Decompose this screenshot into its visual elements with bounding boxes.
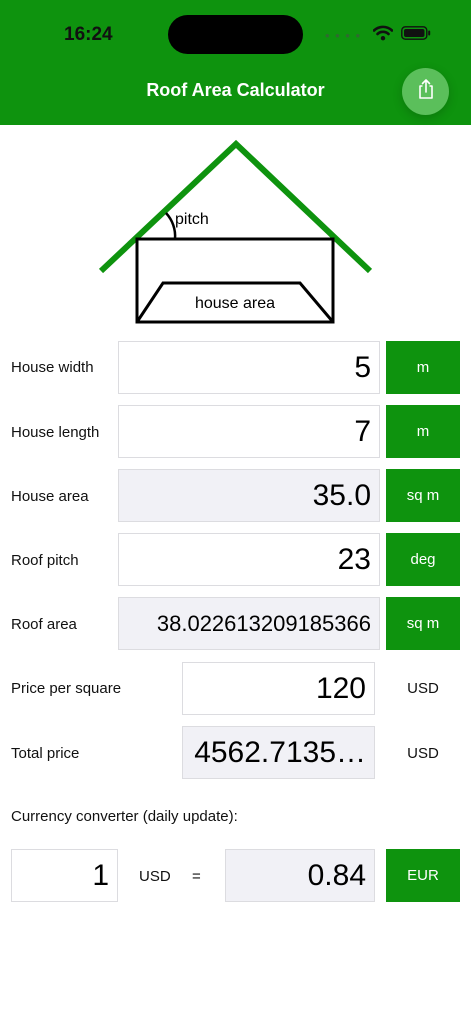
roof-area-label: Roof area: [11, 616, 77, 633]
price-currency-label: USD: [407, 680, 439, 697]
converter-to-currency-button[interactable]: EUR: [386, 849, 460, 902]
house-length-label: House length: [11, 424, 100, 441]
price-per-square-input[interactable]: 120: [182, 662, 375, 715]
roof-area-value: 38.022613209185366: [118, 597, 380, 650]
page-title: Roof Area Calculator: [146, 80, 325, 100]
house-length-unit-button[interactable]: m: [386, 405, 460, 458]
wifi-icon: [372, 25, 394, 46]
pitch-label: pitch: [175, 211, 209, 228]
house-width-label: House width: [11, 359, 94, 376]
price-per-square-label: Price per square: [11, 680, 122, 697]
roof-pitch-unit-button[interactable]: deg: [386, 533, 460, 586]
house-area-value: 35.0: [118, 469, 380, 522]
house-width-unit-button[interactable]: m: [386, 341, 460, 394]
house-length-input[interactable]: 7: [118, 405, 380, 458]
total-price-label: Total price: [11, 745, 80, 762]
total-currency-label: USD: [407, 745, 439, 762]
converter-result-value: 0.84: [225, 849, 375, 902]
cellular-signal-icon: • • • •: [324, 28, 361, 43]
app-header: 16:24 • • • • Roof Area Calculator: [0, 0, 471, 125]
roof-pitch-input[interactable]: 23: [118, 533, 380, 586]
house-area-label-row: House area: [11, 488, 89, 505]
currency-converter-title: Currency converter (daily update):: [11, 808, 238, 825]
share-icon: [416, 78, 436, 105]
total-price-value: 4562.7135…: [182, 726, 375, 779]
house-area-label: house area: [195, 295, 275, 312]
share-button[interactable]: [402, 68, 449, 115]
converter-amount-input[interactable]: 1: [11, 849, 118, 902]
house-width-input[interactable]: 5: [118, 341, 380, 394]
battery-icon: [401, 26, 431, 45]
converter-equals: =: [192, 868, 201, 885]
roof-area-unit-button[interactable]: sq m: [386, 597, 460, 650]
roof-pitch-label: Roof pitch: [11, 552, 79, 569]
status-time: 16:24: [64, 24, 113, 45]
converter-from-currency: USD: [139, 868, 171, 885]
roof-diagram: pitch house area: [98, 139, 373, 324]
status-icons: • • • •: [325, 25, 431, 46]
dynamic-island: [168, 15, 303, 54]
house-area-unit-button[interactable]: sq m: [386, 469, 460, 522]
